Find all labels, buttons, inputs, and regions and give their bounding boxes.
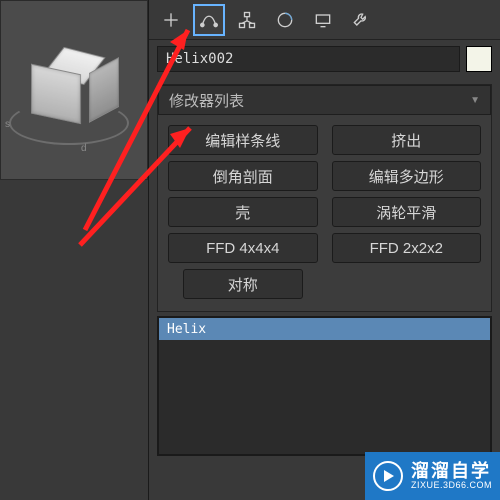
modifier-button[interactable]: 编辑样条线 <box>168 125 318 155</box>
watermark-url: ZIXUE.3D66.COM <box>411 481 492 490</box>
modifier-list-label: 修改器列表 <box>169 90 244 111</box>
stack-item[interactable]: Helix <box>159 318 490 340</box>
modifier-button[interactable]: 倒角剖面 <box>168 161 318 191</box>
modifier-button[interactable]: 编辑多边形 <box>332 161 482 191</box>
utilities-tab[interactable] <box>345 4 377 36</box>
modifier-button[interactable]: 挤出 <box>332 125 482 155</box>
display-tab[interactable] <box>307 4 339 36</box>
chevron-down-icon: ▼ <box>470 95 480 106</box>
command-panel: 修改器列表 ▼ 编辑样条线 挤出 倒角剖面 编辑多边形 壳 涡轮平滑 FFD 4… <box>148 0 500 500</box>
modifier-button-symmetry[interactable]: 对称 <box>183 269 303 299</box>
modifier-list-dropdown[interactable]: 修改器列表 ▼ <box>158 85 491 115</box>
motion-tab[interactable] <box>269 4 301 36</box>
modifier-button[interactable]: 涡轮平滑 <box>332 197 482 227</box>
panel-toolbar <box>149 0 500 40</box>
modify-tab[interactable] <box>193 4 225 36</box>
modifier-button[interactable]: 壳 <box>168 197 318 227</box>
modifier-panel: 修改器列表 ▼ 编辑样条线 挤出 倒角剖面 编辑多边形 壳 涡轮平滑 FFD 4… <box>157 84 492 312</box>
object-name-input[interactable] <box>157 46 460 72</box>
watermark-brand: 溜溜自学 <box>411 462 492 481</box>
axis-label: s <box>5 119 10 130</box>
play-icon <box>373 461 403 491</box>
modifier-button[interactable]: FFD 4x4x4 <box>168 233 318 263</box>
viewport-cube[interactable]: s d <box>0 0 148 180</box>
axis-label: d <box>81 143 87 154</box>
watermark: 溜溜自学 ZIXUE.3D66.COM <box>365 452 500 500</box>
modifier-buttons: 编辑样条线 挤出 倒角剖面 编辑多边形 壳 涡轮平滑 FFD 4x4x4 FFD… <box>158 115 491 311</box>
create-tab[interactable] <box>155 4 187 36</box>
modifier-button[interactable]: FFD 2x2x2 <box>332 233 482 263</box>
hierarchy-tab[interactable] <box>231 4 263 36</box>
object-color-swatch[interactable] <box>466 46 492 72</box>
modifier-stack[interactable]: Helix <box>157 316 492 456</box>
